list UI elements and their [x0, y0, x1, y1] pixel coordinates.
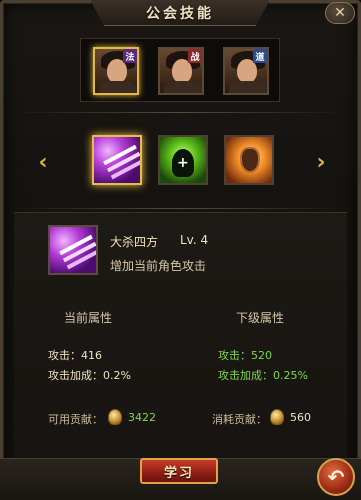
contribution-coin-icon: [270, 409, 284, 425]
contribution-coin-icon: [108, 409, 122, 425]
back-arrow-icon: ↶: [327, 465, 345, 489]
cost-contribution-value: 560: [290, 411, 311, 424]
current-attack-bonus: 攻击加成：0.2%: [48, 369, 131, 382]
class-tag-mage: 法: [123, 49, 137, 63]
skill-name: 大杀四方: [110, 235, 159, 249]
current-stats-header: 当前属性: [64, 311, 113, 325]
close-icon: ✕: [334, 5, 346, 21]
close-button[interactable]: ✕: [325, 2, 355, 24]
skill-slot-shield[interactable]: [224, 135, 274, 185]
class-tag-taoist: 道: [253, 49, 267, 63]
cost-contribution-label: 消耗贡献：: [212, 413, 267, 426]
next-arrow-icon[interactable]: ›: [314, 151, 328, 175]
contribution-row: 可用贡献： 3422 消耗贡献： 560: [14, 407, 347, 431]
selected-skill-icon-frame: [48, 225, 98, 275]
available-contribution-value: 3422: [128, 411, 156, 424]
heal-skill-icon: +: [160, 137, 206, 183]
current-attack: 攻击：416: [48, 349, 102, 362]
divider: [14, 208, 347, 209]
prev-arrow-icon[interactable]: ‹: [36, 151, 50, 175]
shield-shape: [240, 147, 260, 173]
hero-warrior[interactable]: 战: [158, 47, 204, 95]
window-title: 公会技能: [146, 5, 214, 22]
skill-slot-slash[interactable]: [92, 135, 142, 185]
next-attack-bonus: 攻击加成：0.25%: [218, 369, 308, 382]
skill-slot-heal[interactable]: +: [158, 135, 208, 185]
hero-mage[interactable]: 法: [93, 47, 139, 95]
skill-level: Lv. 4: [180, 233, 209, 247]
skill-description: 增加当前角色攻击: [110, 259, 207, 273]
skill-info-panel: 大杀四方 Lv. 4 增加当前角色攻击 当前属性 下级属性 攻击：416 攻击加…: [14, 212, 347, 482]
slash-skill-icon: [94, 137, 140, 183]
hero-body: [229, 81, 267, 93]
next-attack: 攻击：520: [218, 349, 272, 362]
next-stats-header: 下级属性: [236, 311, 285, 325]
shield-skill-icon: [226, 137, 272, 183]
learn-button[interactable]: 学习: [140, 458, 218, 484]
hero-body: [164, 81, 202, 93]
hero-selector: 法 战 道: [80, 38, 280, 102]
available-contribution-label: 可用贡献：: [48, 413, 103, 426]
back-button[interactable]: ↶: [317, 458, 355, 496]
slash-skill-icon: [50, 227, 96, 273]
divider: [14, 112, 347, 113]
hero-body: [99, 81, 137, 93]
plus-cross: +: [177, 155, 189, 171]
window-title-plate: 公会技能: [90, 0, 270, 26]
class-tag-warrior: 战: [188, 49, 202, 63]
skill-carousel: ‹ + ›: [14, 115, 347, 205]
hero-taoist[interactable]: 道: [223, 47, 269, 95]
